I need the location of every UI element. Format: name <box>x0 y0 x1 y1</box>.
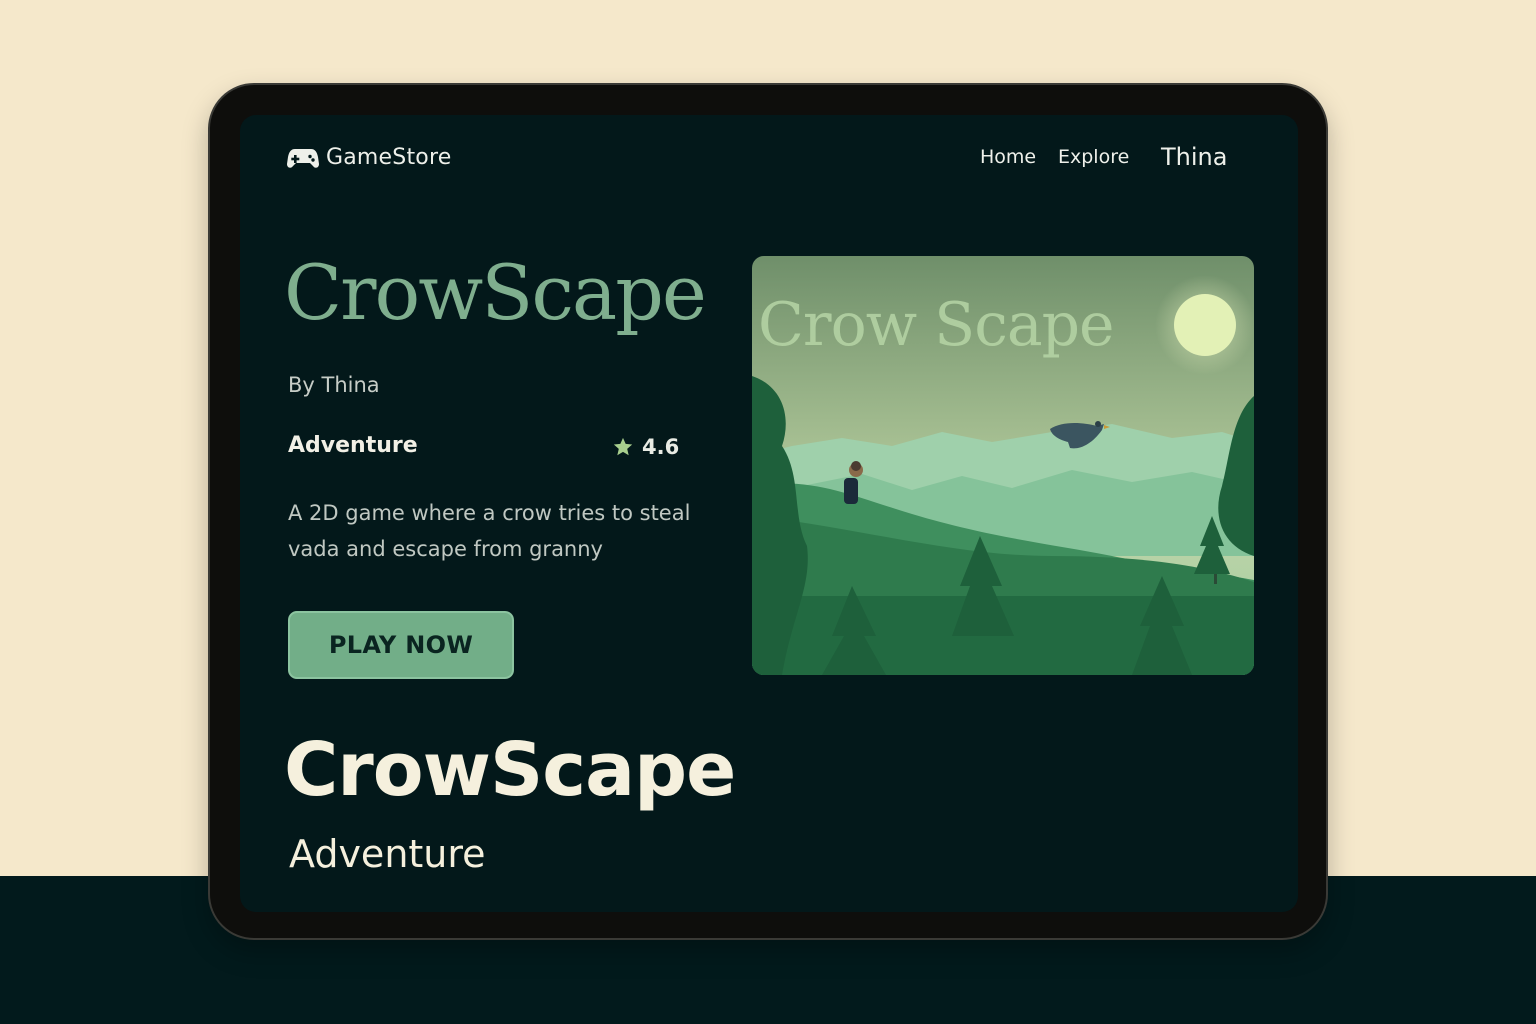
rating-value: 4.6 <box>642 435 680 459</box>
user-profile-link[interactable]: Thina <box>1161 143 1227 171</box>
star-icon <box>612 436 634 458</box>
section-title: CrowScape <box>284 727 736 813</box>
game-byline: By Thina <box>288 373 380 397</box>
game-genre: Adventure <box>288 433 418 458</box>
section-genre: Adventure <box>289 832 486 876</box>
app-screen: GameStore Home Explore Thina CrowScape B… <box>240 115 1298 912</box>
game-cover-art[interactable]: Crow Scape <box>752 256 1254 675</box>
brand-logo[interactable]: GameStore <box>287 145 451 170</box>
nav-explore-link[interactable]: Explore <box>1058 146 1129 168</box>
game-title: CrowScape <box>284 248 707 337</box>
tablet-frame: GameStore Home Explore Thina CrowScape B… <box>208 83 1328 940</box>
cover-title: Crow Scape <box>758 290 1115 360</box>
nav-home-link[interactable]: Home <box>980 146 1036 168</box>
play-now-button[interactable]: PLAY NOW <box>288 611 514 679</box>
brand-name: GameStore <box>326 145 452 170</box>
game-rating: 4.6 <box>612 435 679 459</box>
game-description: A 2D game where a crow tries to steal va… <box>288 501 691 561</box>
gamepad-icon <box>287 146 319 170</box>
